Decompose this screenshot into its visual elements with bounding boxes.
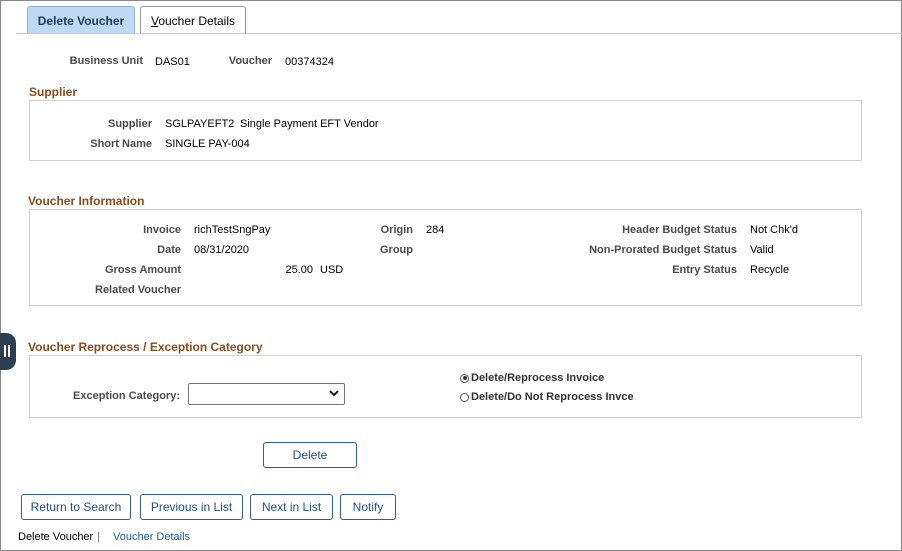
handle-bar-left bbox=[4, 345, 6, 357]
gross-amount-currency: USD bbox=[320, 264, 344, 276]
radio-selected-icon bbox=[460, 373, 469, 383]
reprocess-box bbox=[29, 355, 862, 418]
supplier-id: SGLPAYEFT2 bbox=[165, 118, 235, 130]
short-name-label: Short Name bbox=[90, 138, 152, 150]
tab-delete-voucher-label: Delete Voucher bbox=[37, 13, 125, 28]
supplier-name: Single Payment EFT Vendor bbox=[240, 118, 379, 130]
exception-category-label: Exception Category: bbox=[73, 390, 180, 402]
footer-voucher-details-link[interactable]: Voucher Details bbox=[113, 531, 190, 543]
voucher-value: 00374324 bbox=[285, 56, 334, 68]
radio-delete-reprocess[interactable]: Delete/Reprocess Invoice bbox=[460, 372, 604, 384]
radio-delete-no-reprocess[interactable]: Delete/Do Not Reprocess Invce bbox=[460, 391, 634, 403]
tab-voucher-details-label: Voucher Details bbox=[150, 13, 236, 28]
supplier-box bbox=[29, 100, 862, 161]
supplier-section-title: Supplier bbox=[29, 85, 78, 99]
group-label: Group bbox=[380, 244, 413, 256]
business-unit-label: Business Unit bbox=[69, 55, 143, 67]
sidebar-toggle-icon[interactable] bbox=[0, 333, 16, 370]
tab-voucher-details[interactable]: Voucher Details bbox=[140, 6, 246, 34]
gross-amount-value: 25.00 bbox=[285, 264, 313, 276]
non-prorated-budget-status-value: Valid bbox=[750, 244, 774, 256]
origin-label: Origin bbox=[380, 224, 413, 236]
radio-unselected-icon bbox=[460, 392, 469, 402]
footer-separator: | bbox=[97, 531, 100, 543]
next-in-list-button[interactable]: Next in List bbox=[250, 494, 333, 520]
exception-category-select[interactable] bbox=[188, 383, 345, 405]
date-value: 08/31/2020 bbox=[194, 244, 250, 256]
delete-button[interactable]: Delete bbox=[263, 442, 357, 468]
entry-status-label: Entry Status bbox=[672, 264, 737, 276]
date-label: Date bbox=[157, 244, 181, 256]
notify-button[interactable]: Notify bbox=[340, 494, 396, 520]
invoice-value: richTestSngPay bbox=[194, 224, 271, 236]
supplier-label: Supplier bbox=[107, 118, 152, 130]
tab-divider bbox=[16, 33, 902, 34]
footer-current-page: Delete Voucher bbox=[18, 531, 94, 543]
gross-amount-label: Gross Amount bbox=[105, 264, 181, 276]
radio-delete-reprocess-label: Delete/Reprocess Invoice bbox=[471, 372, 605, 384]
origin-value: 284 bbox=[426, 224, 445, 236]
reprocess-section-title: Voucher Reprocess / Exception Category bbox=[28, 340, 263, 354]
header-budget-status-value: Not Chk'd bbox=[750, 224, 798, 236]
chevron-down-icon bbox=[329, 390, 339, 397]
header-budget-status-label: Header Budget Status bbox=[622, 224, 737, 236]
business-unit-value: DAS01 bbox=[155, 56, 190, 68]
short-name-value: SINGLE PAY-004 bbox=[165, 138, 250, 150]
voucher-label: Voucher bbox=[228, 55, 272, 67]
invoice-label: Invoice bbox=[143, 224, 181, 236]
return-to-search-button[interactable]: Return to Search bbox=[21, 494, 131, 520]
voucher-info-section-title: Voucher Information bbox=[28, 194, 145, 208]
entry-status-value: Recycle bbox=[750, 264, 790, 276]
previous-in-list-button[interactable]: Previous in List bbox=[140, 494, 243, 520]
related-voucher-label: Related Voucher bbox=[95, 284, 181, 296]
non-prorated-budget-status-label: Non-Prorated Budget Status bbox=[589, 244, 737, 256]
handle-bar-right bbox=[8, 345, 10, 357]
radio-delete-no-reprocess-label: Delete/Do Not Reprocess Invce bbox=[471, 391, 634, 403]
tab-delete-voucher[interactable]: Delete Voucher bbox=[27, 6, 135, 34]
